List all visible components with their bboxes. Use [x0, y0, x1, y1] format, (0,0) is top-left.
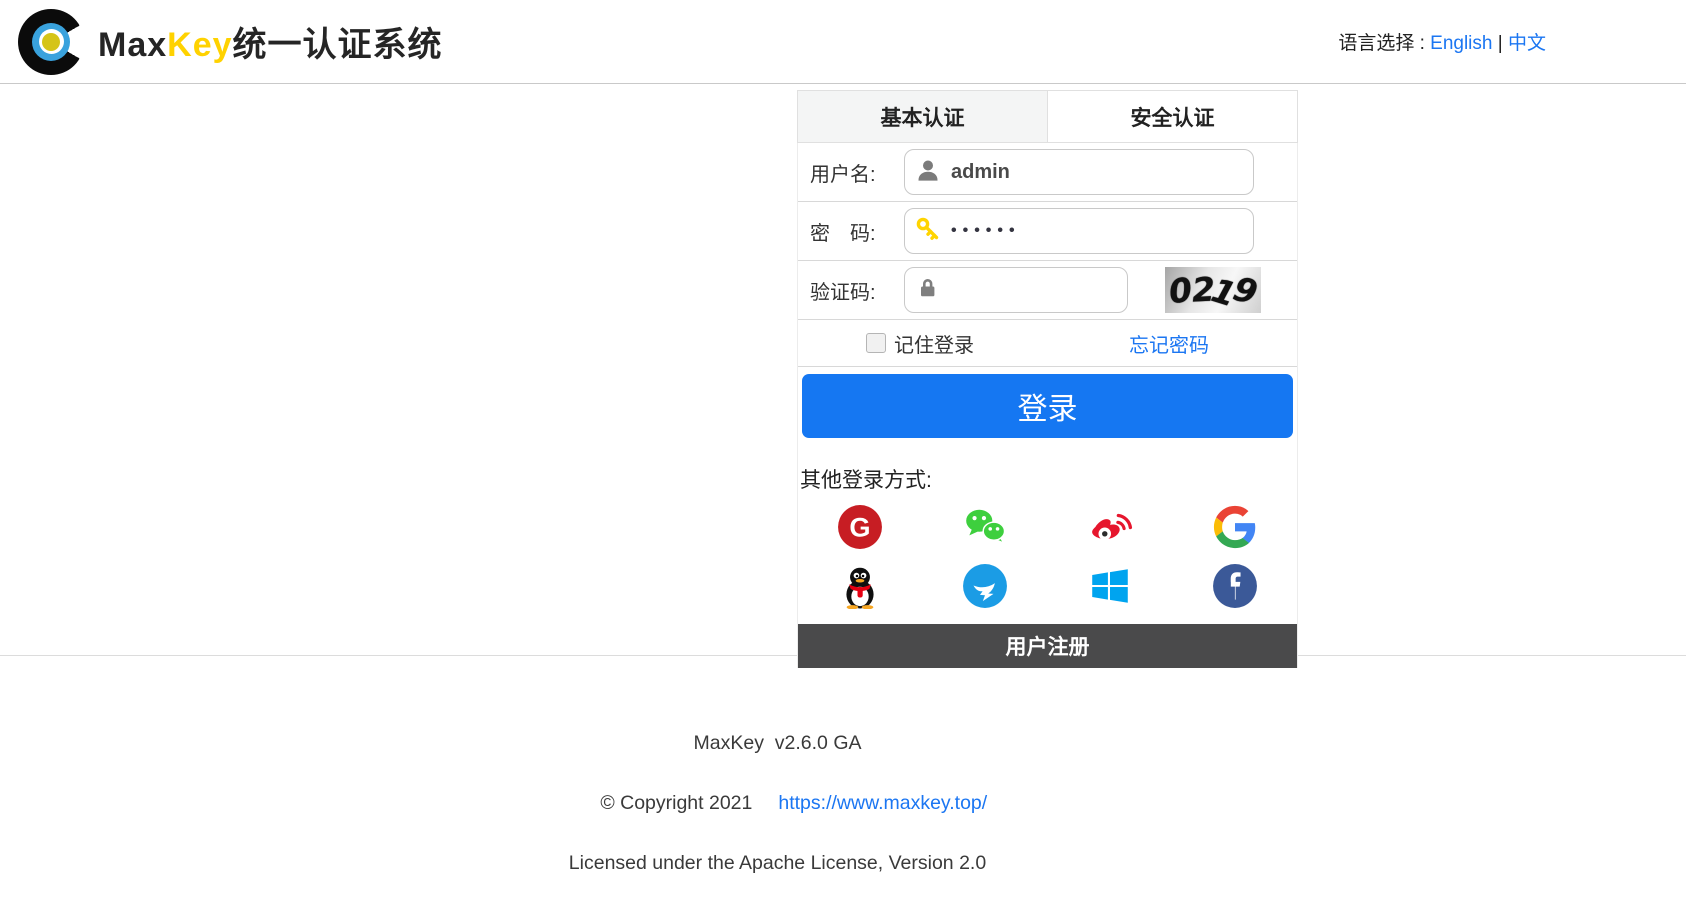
- language-label: 语言选择 :: [1338, 33, 1425, 54]
- password-input[interactable]: [951, 222, 1243, 240]
- language-selector: 语言选择 : English | 中文: [1338, 28, 1686, 55]
- qq-login-button[interactable]: [837, 563, 883, 609]
- language-chinese-link[interactable]: 中文: [1508, 33, 1546, 54]
- captcha-input[interactable]: [951, 278, 1117, 302]
- login-button[interactable]: 登录: [802, 374, 1293, 438]
- login-form: 用户名: 密 码:: [797, 143, 1298, 668]
- language-english-link[interactable]: English: [1430, 33, 1492, 54]
- remember-row: 记住登录 忘记密码: [798, 320, 1297, 367]
- weibo-login-button[interactable]: [1087, 504, 1133, 550]
- brand-key: Key: [167, 26, 233, 64]
- facebook-icon: [1212, 564, 1257, 608]
- gitee-login-button[interactable]: G: [837, 504, 883, 550]
- login-card: 基本认证 安全认证 用户名: 密 码:: [797, 90, 1298, 668]
- header: MaxKey统一认证系统 语言选择 : English | 中文: [0, 0, 1686, 84]
- dingtalk-icon: [963, 564, 1008, 608]
- captcha-row: 验证码: 0219: [798, 261, 1297, 320]
- lock-icon: [915, 275, 941, 306]
- footer-copyright-line: © Copyright 2021 https://www.maxkey.top/: [0, 758, 1555, 848]
- tab-secure-auth[interactable]: 安全认证: [1047, 91, 1297, 142]
- google-login-button[interactable]: [1212, 504, 1258, 550]
- maxkey-logo-icon: [18, 8, 84, 75]
- username-field-box: [904, 149, 1254, 195]
- social-login-grid: G: [798, 504, 1297, 609]
- footer-site-link[interactable]: https://www.maxkey.top/: [778, 792, 987, 814]
- key-icon: [915, 216, 941, 247]
- language-divider: |: [1497, 33, 1503, 54]
- qq-icon: [846, 567, 874, 609]
- password-row: 密 码:: [798, 202, 1297, 261]
- username-label: 用户名:: [810, 163, 876, 186]
- captcha-label: 验证码:: [810, 281, 876, 304]
- password-label: 密 码:: [810, 222, 876, 245]
- captcha-text: 0219: [1166, 268, 1261, 313]
- other-methods-label: 其他登录方式:: [800, 469, 932, 492]
- auth-tabs: 基本认证 安全认证: [797, 90, 1298, 143]
- password-field-box: [904, 208, 1254, 254]
- login-button-wrap: 登录: [798, 367, 1297, 438]
- footer: MaxKey v2.6.0 GA © Copyright 2021 https:/…: [0, 655, 1686, 878]
- google-icon: [1213, 505, 1255, 549]
- weibo-icon: [1092, 513, 1132, 541]
- page-title: MaxKey统一认证系统: [98, 17, 443, 66]
- register-button[interactable]: 用户注册: [798, 624, 1297, 668]
- wechat-login-button[interactable]: [962, 504, 1008, 550]
- remember-checkbox[interactable]: [866, 333, 886, 353]
- gitee-icon: G: [838, 505, 883, 549]
- brand-suffix: 统一认证系统: [232, 26, 443, 64]
- user-icon: [915, 157, 941, 188]
- brand-max: Max: [98, 26, 168, 64]
- remember-label: 记住登录: [894, 334, 974, 357]
- forgot-password-link[interactable]: 忘记密码: [1129, 329, 1209, 358]
- wechat-icon: [966, 509, 1006, 544]
- username-row: 用户名:: [798, 143, 1297, 202]
- microsoft-icon: [1092, 569, 1128, 603]
- captcha-image[interactable]: 0219: [1165, 267, 1261, 313]
- footer-license: Licensed under the Apache License, Versi…: [568, 852, 987, 874]
- facebook-login-button[interactable]: [1212, 563, 1258, 609]
- footer-copyright: © Copyright 2021: [600, 792, 753, 814]
- username-input[interactable]: [951, 160, 1243, 184]
- tab-basic-auth[interactable]: 基本认证: [798, 91, 1047, 142]
- svg-text:G: G: [850, 511, 871, 542]
- main-area: 基本认证 安全认证 用户名: 密 码:: [0, 84, 1686, 668]
- footer-version: MaxKey v2.6.0 GA: [693, 732, 862, 754]
- dingtalk-login-button[interactable]: [962, 563, 1008, 609]
- captcha-field-box: [904, 267, 1128, 313]
- microsoft-login-button[interactable]: [1087, 563, 1133, 609]
